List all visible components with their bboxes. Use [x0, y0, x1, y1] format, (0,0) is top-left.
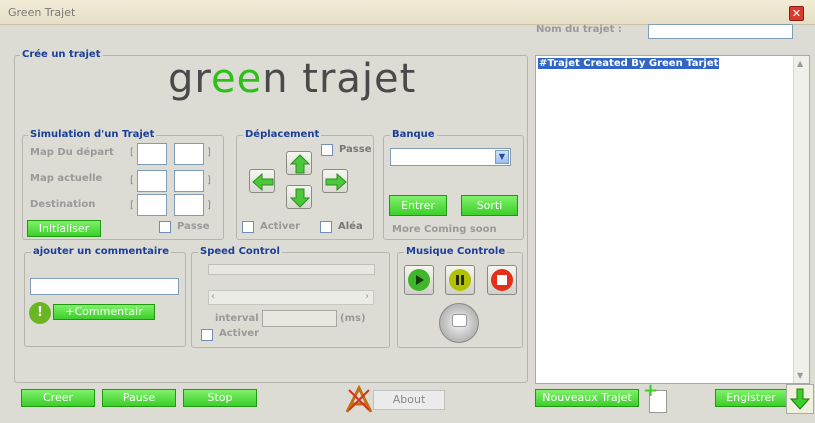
play-button[interactable]: [404, 265, 434, 295]
interval-unit: (ms): [340, 313, 366, 324]
output-text: #Trajet Created By Green Tarjet: [538, 58, 720, 69]
enregistrer-button[interactable]: Engistrer: [715, 389, 787, 407]
add-commentaire-button[interactable]: +Commentair: [53, 304, 155, 320]
bracket-open: [: [130, 200, 134, 211]
stop-button[interactable]: [487, 265, 517, 295]
arrow-right-icon: [325, 172, 347, 192]
move-left-button[interactable]: [249, 169, 275, 193]
pause-footer-button[interactable]: Pause: [102, 389, 176, 407]
destination-x-input[interactable]: [137, 194, 167, 216]
about-button[interactable]: About: [373, 390, 445, 410]
depart-y-input[interactable]: [174, 143, 204, 165]
logo-text: green trajet: [168, 56, 417, 102]
speed-activer-checkbox[interactable]: [201, 329, 213, 341]
speed-activer-label: Activer: [219, 328, 260, 339]
speed-legend: Speed Control: [198, 246, 282, 257]
pause-button[interactable]: [445, 265, 475, 295]
title-bar: [0, 0, 815, 25]
more-coming-label: More Coming soon: [392, 224, 497, 235]
close-icon: ✕: [791, 7, 802, 20]
scroll-left-icon[interactable]: ‹: [211, 291, 215, 302]
bracket-close: ]: [207, 200, 211, 211]
deplacement-activer-label: Activer: [260, 221, 301, 232]
move-down-button[interactable]: [286, 185, 312, 209]
commentaire-legend: ajouter un commentaire: [31, 246, 172, 257]
deplacement-activer-checkbox[interactable]: [242, 221, 254, 233]
logo: green trajet: [168, 56, 416, 102]
simulation-passe-label: Passe: [177, 221, 210, 232]
destination-label: Destination: [30, 199, 96, 210]
bracket-close: ]: [207, 175, 211, 186]
about-icon: [343, 384, 375, 416]
chevron-down-icon: ▼: [495, 150, 509, 164]
deplacement-passe-label: Passe: [339, 144, 372, 155]
initialiser-button[interactable]: Initialiser: [27, 220, 101, 237]
window-title: Green Trajet: [8, 6, 76, 19]
sortir-button[interactable]: Sorti: [461, 195, 518, 216]
actuelle-x-input[interactable]: [137, 170, 167, 192]
banque-select[interactable]: ▼: [390, 148, 511, 166]
actuelle-y-input[interactable]: [174, 170, 204, 192]
new-document-icon: +: [643, 380, 669, 414]
scroll-down-icon[interactable]: ▼: [797, 371, 803, 380]
deplacement-passe-checkbox[interactable]: [321, 144, 333, 156]
commentaire-group: [24, 252, 186, 347]
cree-trajet-legend: Crée un trajet: [20, 49, 103, 60]
nouveau-trajet-button[interactable]: Nouveaux Trajet: [535, 389, 639, 407]
simulation-passe-checkbox[interactable]: [159, 221, 171, 233]
move-up-button[interactable]: [286, 151, 312, 175]
depart-x-input[interactable]: [137, 143, 167, 165]
bracket-close: ]: [207, 147, 211, 158]
bracket-open: [: [130, 147, 134, 158]
alea-checkbox[interactable]: [320, 221, 332, 233]
map-actuelle-label: Map actuelle: [30, 173, 103, 184]
output-textarea[interactable]: #Trajet Created By Green Tarjet ▲ ▼: [535, 55, 810, 384]
speed-scrollbar[interactable]: ‹ ›: [208, 290, 374, 305]
creer-button[interactable]: Creer: [21, 389, 95, 407]
simulation-legend: Simulation d'un Trajet: [28, 129, 157, 140]
commentaire-input[interactable]: [30, 278, 179, 295]
move-right-button[interactable]: [322, 169, 348, 193]
arrow-up-icon: [289, 154, 311, 174]
nom-trajet-label: Nom du trajet :: [536, 24, 622, 35]
speed-progress-bar: [208, 264, 375, 275]
stop-footer-button[interactable]: Stop: [183, 389, 257, 407]
save-download-icon: [786, 384, 814, 414]
bracket-open: [: [130, 175, 134, 186]
scroll-right-icon[interactable]: ›: [365, 291, 369, 302]
arrow-left-icon: [252, 172, 274, 192]
pause-icon: [449, 269, 471, 291]
destination-y-input[interactable]: [174, 194, 204, 216]
play-icon: [408, 269, 430, 291]
badge-icon: !: [29, 302, 51, 324]
music-player-icon[interactable]: [439, 303, 479, 343]
stop-icon: [491, 269, 513, 291]
entrer-button[interactable]: Entrer: [389, 195, 447, 216]
close-button[interactable]: ✕: [789, 6, 804, 21]
musique-legend: Musique Controle: [404, 246, 508, 257]
output-scrollbar[interactable]: ▲ ▼: [793, 56, 809, 383]
scroll-up-icon[interactable]: ▲: [797, 59, 803, 68]
interval-label: interval: [215, 313, 259, 324]
alea-label: Aléa: [338, 221, 363, 232]
map-depart-label: Map Du départ: [30, 147, 114, 158]
arrow-down-icon: [289, 188, 311, 208]
interval-input[interactable]: [262, 310, 337, 327]
deplacement-legend: Déplacement: [243, 129, 322, 140]
banque-legend: Banque: [390, 129, 437, 140]
nom-trajet-input[interactable]: [648, 24, 793, 39]
